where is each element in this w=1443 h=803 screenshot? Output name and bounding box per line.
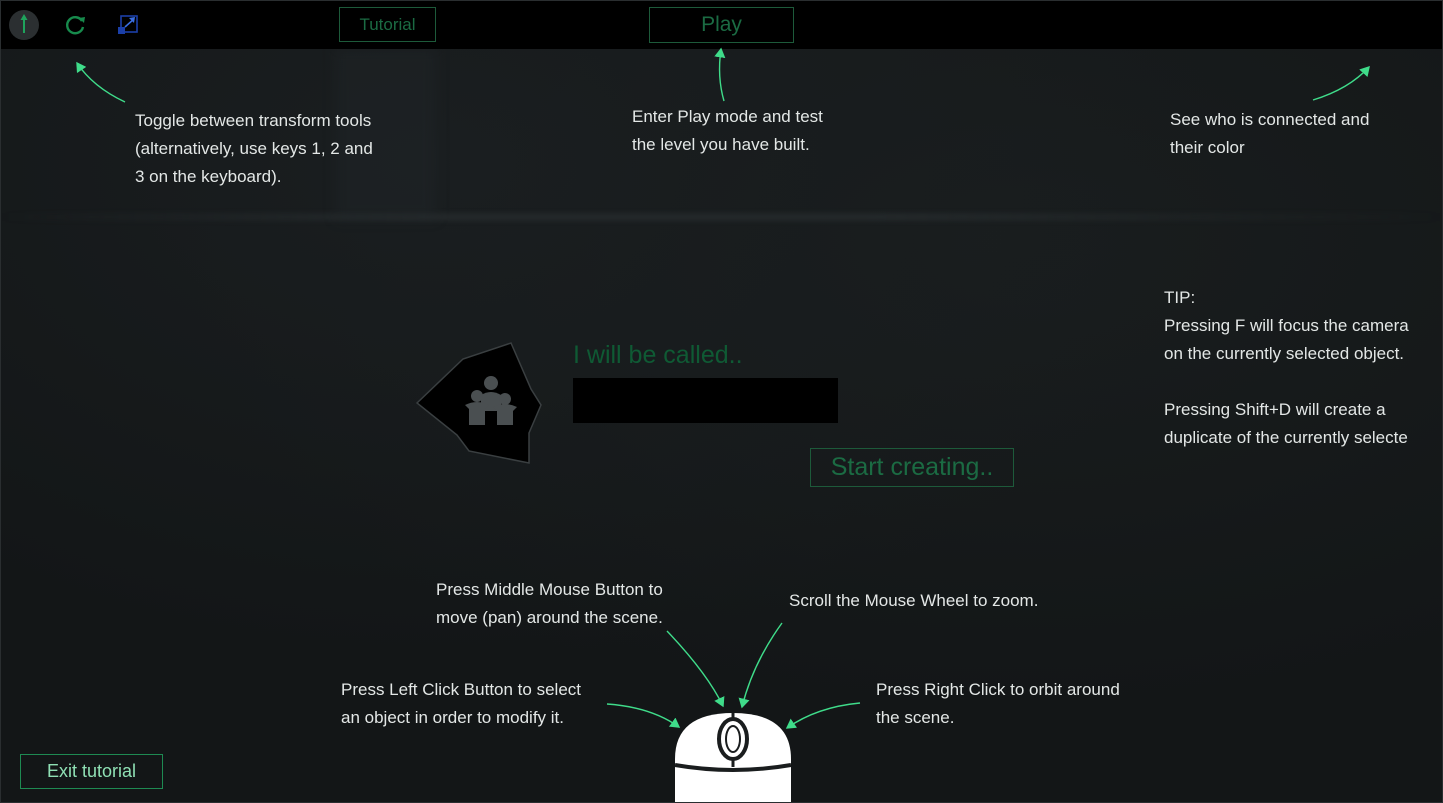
note-line: (alternatively, use keys 1, 2 and xyxy=(135,139,373,158)
note-spacer xyxy=(1164,368,1409,396)
tip-heading: TIP: xyxy=(1164,288,1196,307)
note-line: 3 on the keyboard). xyxy=(135,167,282,186)
note-line: Toggle between transform tools xyxy=(135,111,372,130)
name-label: I will be called.. xyxy=(573,341,743,369)
transform-tools-note: Toggle between transform tools (alternat… xyxy=(135,107,373,191)
team-badge-icon xyxy=(413,337,545,465)
left-click-note: Press Left Click Button to select an obj… xyxy=(341,676,581,732)
rotate-tool-icon[interactable] xyxy=(59,9,91,41)
arrow-to-right-button xyxy=(785,702,861,729)
play-mode-note: Enter Play mode and test the level you h… xyxy=(632,103,823,159)
background-haze xyxy=(1,213,1442,221)
note-line: Scroll the Mouse Wheel to zoom. xyxy=(789,591,1039,610)
note-line: Press Right Click to orbit around xyxy=(876,680,1120,699)
play-button[interactable]: Play xyxy=(649,7,794,43)
note-line: Pressing Shift+D will create a xyxy=(1164,400,1386,419)
note-line: on the currently selected object. xyxy=(1164,344,1405,363)
exit-tutorial-button[interactable]: Exit tutorial xyxy=(20,754,163,789)
note-line: the scene. xyxy=(876,708,955,727)
tip-note: TIP: Pressing F will focus the camera on… xyxy=(1164,284,1409,452)
arrow-to-left-button xyxy=(606,703,681,728)
note-line: the level you have built. xyxy=(632,135,810,154)
note-line: an object in order to modify it. xyxy=(341,708,565,727)
arrow-to-play-button xyxy=(714,47,726,102)
connected-users-note: See who is connected and their color xyxy=(1170,106,1369,162)
scroll-wheel-note: Scroll the Mouse Wheel to zoom. xyxy=(789,587,1038,615)
mouse-icon xyxy=(671,709,795,802)
tutorial-button[interactable]: Tutorial xyxy=(339,7,436,42)
note-line: See who is connected and xyxy=(1170,110,1370,129)
note-line: Press Middle Mouse Button to xyxy=(436,580,663,599)
note-line: Enter Play mode and test xyxy=(632,107,823,126)
note-line: Pressing F will focus the camera xyxy=(1164,316,1409,335)
arrow-to-transform-tools xyxy=(76,61,126,103)
editor-viewport: Tutorial Play Toggle between transform t… xyxy=(0,0,1443,803)
player-name-input[interactable] xyxy=(573,378,838,423)
note-line: their color xyxy=(1170,138,1245,157)
scale-tool-icon[interactable] xyxy=(111,9,143,41)
move-tool-icon[interactable] xyxy=(8,9,40,41)
note-line: move (pan) around the scene. xyxy=(436,608,663,627)
arrow-to-middle-button xyxy=(666,630,725,708)
top-toolbar: Tutorial Play xyxy=(1,1,1442,49)
arrow-to-scroll-wheel xyxy=(738,622,783,709)
right-click-note: Press Right Click to orbit around the sc… xyxy=(876,676,1120,732)
start-creating-button[interactable]: Start creating.. xyxy=(810,448,1014,487)
note-line: Press Left Click Button to select xyxy=(341,680,581,699)
arrow-to-connected-users xyxy=(1312,65,1370,101)
middle-mouse-note: Press Middle Mouse Button to move (pan) … xyxy=(436,576,663,632)
note-line: duplicate of the currently selecte xyxy=(1164,428,1408,447)
